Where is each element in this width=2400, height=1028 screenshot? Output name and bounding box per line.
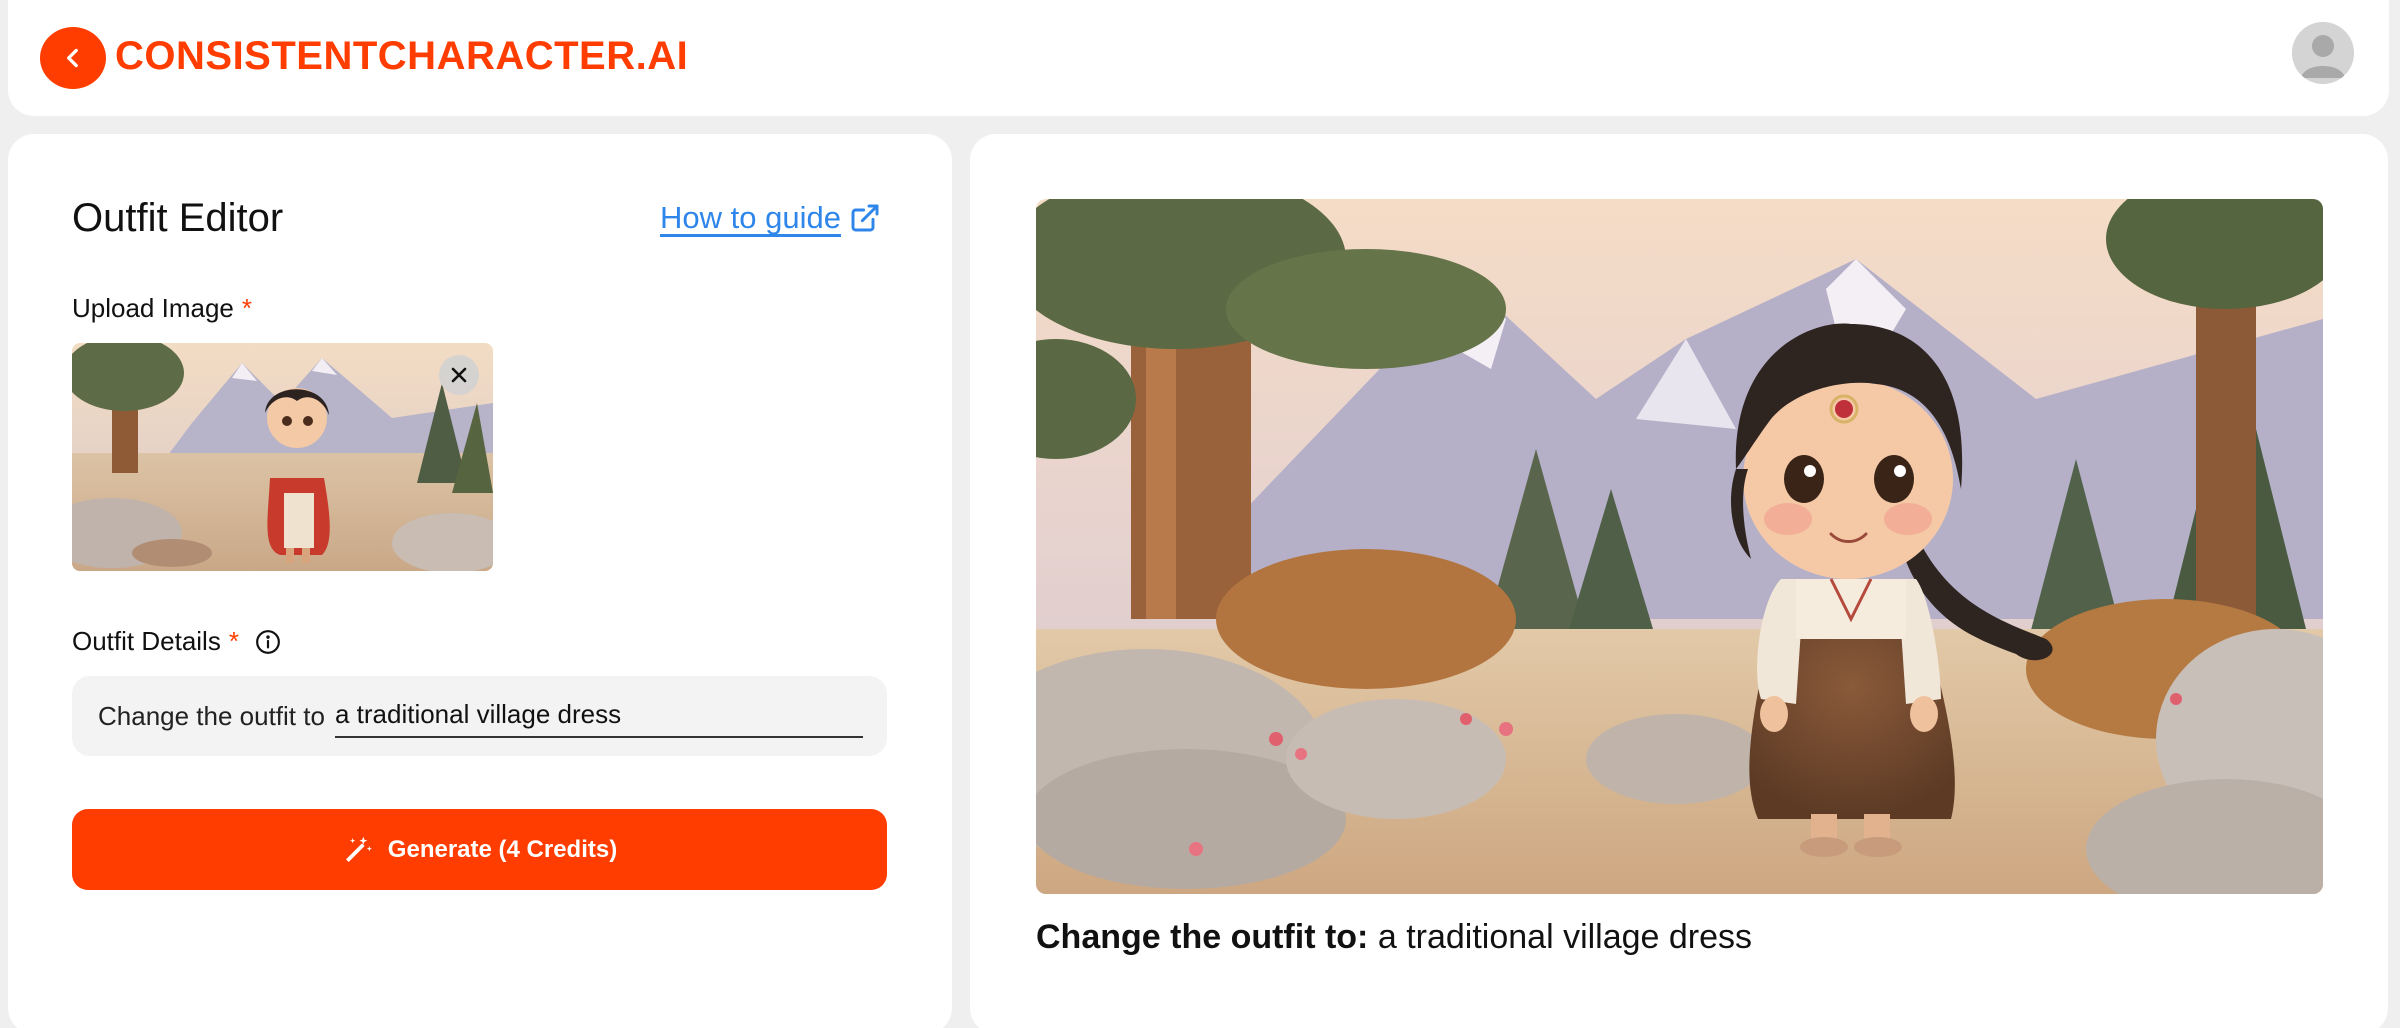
upload-image-label-text: Upload Image — [72, 293, 234, 323]
outfit-details-label: Outfit Details * — [72, 626, 281, 657]
outfit-editor-panel: Outfit Editor How to guide Upload Image … — [8, 134, 952, 1028]
uploaded-image-thumbnail[interactable] — [72, 343, 493, 571]
generated-result-image[interactable] — [1036, 199, 2323, 894]
outfit-details-label-text: Outfit Details — [72, 626, 221, 656]
top-header: CONSISTENTCHARACTER.AI — [8, 0, 2389, 116]
required-mark: * — [241, 293, 253, 323]
generate-button[interactable]: Generate (4 Credits) — [72, 809, 887, 890]
user-avatar[interactable] — [2292, 22, 2354, 84]
back-button[interactable] — [40, 27, 106, 89]
generate-button-label: Generate (4 Credits) — [387, 835, 618, 863]
upload-image-label: Upload Image * — [72, 293, 252, 324]
remove-image-button[interactable] — [439, 355, 479, 395]
how-to-guide-label: How to guide — [660, 200, 841, 235]
panel-title: Outfit Editor — [72, 196, 284, 240]
thumbnail-scene — [72, 343, 493, 571]
prompt-prefix: Change the outfit to — [98, 700, 325, 731]
result-panel: Change the outfit to: a traditional vill… — [970, 134, 2388, 1028]
external-link-icon — [851, 204, 879, 232]
magic-wand-icon — [345, 836, 372, 862]
result-caption: Change the outfit to: a traditional vill… — [1036, 918, 1752, 957]
info-icon[interactable] — [255, 629, 281, 655]
chevron-left-icon — [67, 48, 78, 68]
how-to-guide-link[interactable]: How to guide — [660, 200, 881, 236]
outfit-details-input[interactable] — [334, 694, 863, 738]
caption-label: Change the outfit to: — [1036, 918, 1369, 956]
brand-logo-text[interactable]: CONSISTENTCHARACTER.AI — [115, 34, 688, 79]
required-mark: * — [228, 626, 239, 656]
caption-value: a traditional village dress — [1377, 918, 1753, 956]
close-icon — [451, 367, 467, 383]
result-scene — [1036, 199, 2323, 894]
outfit-prompt-field: Change the outfit to — [72, 676, 887, 756]
user-avatar-icon — [2292, 22, 2354, 84]
